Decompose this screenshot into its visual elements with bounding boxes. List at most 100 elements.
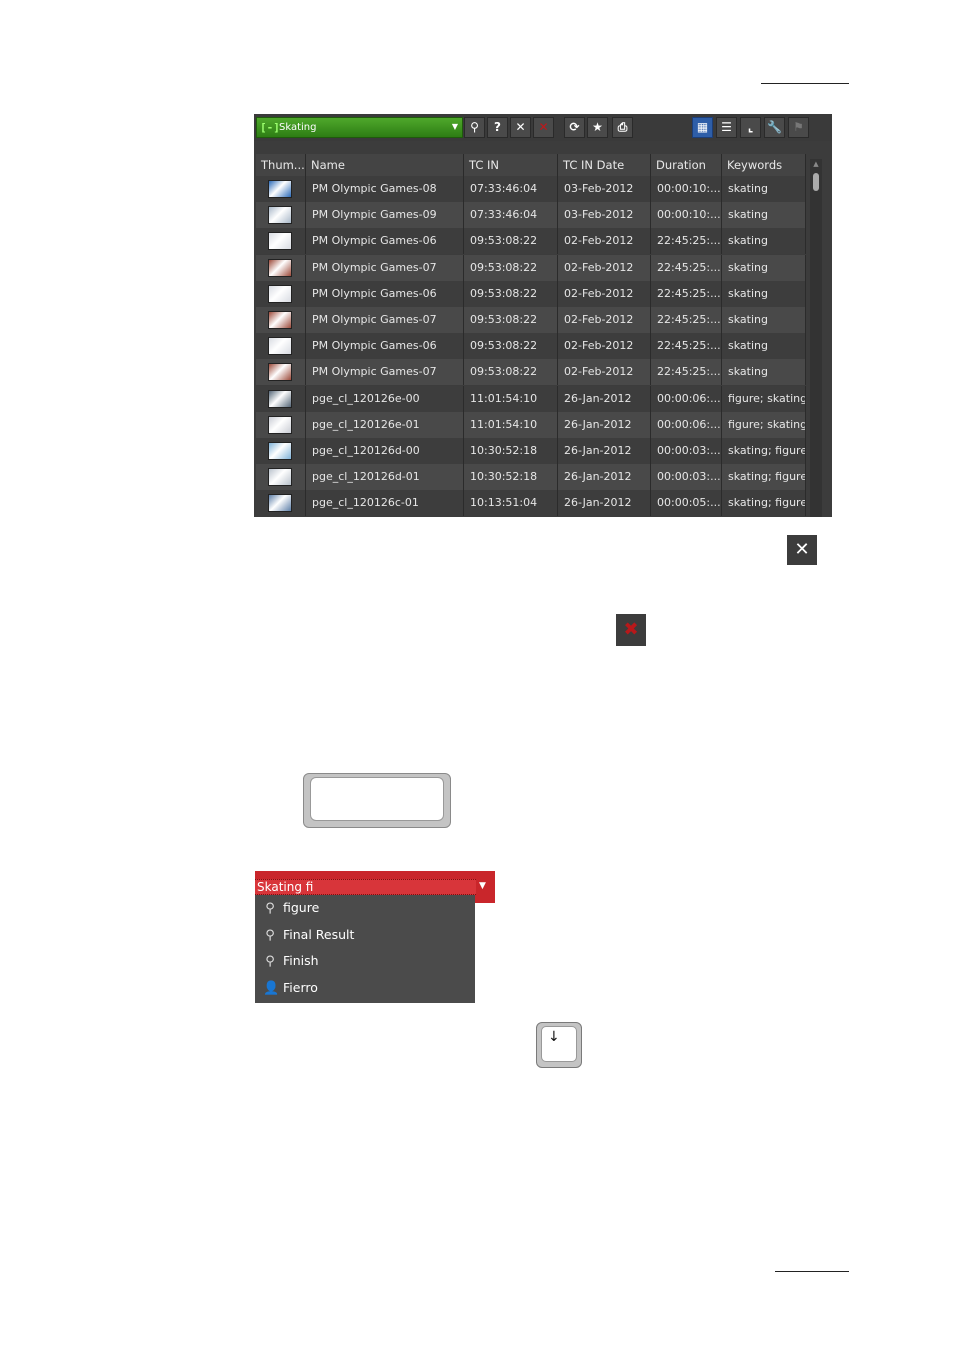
clip-thumbnail[interactable] — [268, 206, 292, 225]
chevron-down-icon[interactable]: ▼ — [479, 881, 486, 891]
cell-tcin: 10:13:51:04 — [464, 490, 558, 517]
thumbnail-cell[interactable] — [256, 280, 306, 307]
clip-thumbnail[interactable] — [268, 337, 292, 356]
search-combo[interactable]: [-] Skating ▼ — [256, 117, 463, 138]
column-header[interactable]: Keywords — [722, 154, 806, 176]
cell-dur: 00:00:05:... — [651, 490, 722, 517]
cell-kw: skating — [722, 333, 806, 360]
help-icon[interactable]: ? — [487, 117, 508, 138]
scroll-up-icon[interactable]: ▲ — [810, 159, 822, 169]
table-header: Thum... Name TC IN TC IN Date Duration Keywor… — [256, 154, 806, 176]
table-row[interactable]: pge_cl_120126d-01 10:30:52:18 26-Jan-2012 0… — [256, 464, 806, 491]
clip-thumbnail[interactable] — [268, 494, 292, 513]
list-view-icon[interactable]: ☰ — [716, 117, 737, 138]
star-icon[interactable]: ★ — [587, 117, 608, 138]
cell-tcin: 09:53:08:22 — [464, 228, 558, 255]
cell-date: 26-Jan-2012 — [558, 385, 651, 412]
thumbnail-cell[interactable] — [256, 411, 306, 438]
cell-kw: skating — [722, 280, 806, 307]
column-header[interactable]: Thum... — [256, 154, 306, 176]
autocomplete-value[interactable]: Skating fi — [257, 879, 313, 895]
column-header[interactable]: Duration — [651, 154, 722, 176]
refresh-icon[interactable]: ⟳ — [564, 117, 585, 138]
clip-thumbnail[interactable] — [268, 468, 292, 487]
clip-thumbnail[interactable] — [268, 415, 292, 434]
table-row[interactable]: PM Olympic Games-07 09:53:08:22 02-Feb-201… — [256, 254, 806, 281]
cell-date: 26-Jan-2012 — [558, 464, 651, 491]
table-row[interactable]: PM Olympic Games-08 07:33:46:04 03-Feb-201… — [256, 176, 806, 202]
footer-rule — [775, 1271, 849, 1272]
cell-dur: 00:00:10:... — [651, 176, 722, 202]
table-row[interactable]: PM Olympic Games-09 07:33:46:04 03-Feb-201… — [256, 202, 806, 229]
clip-thumbnail[interactable] — [268, 180, 292, 198]
clip-thumbnail[interactable] — [268, 389, 292, 408]
column-header[interactable]: TC IN Date — [558, 154, 651, 176]
cell-dur: 22:45:25:... — [651, 228, 722, 255]
cell-tcin: 09:53:08:22 — [464, 333, 558, 360]
thumbnail-cell[interactable] — [256, 333, 306, 360]
cell-date: 02-Feb-2012 — [558, 333, 651, 360]
thumbnail-cell[interactable] — [256, 385, 306, 412]
cell-kw: skating — [722, 176, 806, 202]
table-row[interactable]: pge_cl_120126d-00 10:30:52:18 26-Jan-2012 0… — [256, 438, 806, 464]
disabled-tool-icon[interactable]: ⚑ — [788, 117, 809, 138]
clip-thumbnail[interactable] — [268, 363, 292, 382]
thumbnail-cell[interactable] — [256, 202, 306, 229]
header-rule — [761, 83, 849, 84]
table-row[interactable]: pge_cl_120126e-01 11:01:54:10 26-Jan-2012 0… — [256, 411, 806, 438]
thumbnail-cell[interactable] — [256, 307, 306, 333]
thumbnail-cell[interactable] — [256, 490, 306, 517]
autocomplete-item[interactable]: ⚲ Finish — [255, 948, 475, 974]
wrench-icon[interactable]: 🔧 — [764, 117, 785, 138]
autocomplete-item[interactable]: ⚲ figure — [255, 895, 475, 921]
thumbnail-cell[interactable] — [256, 438, 306, 464]
table-row[interactable]: PM Olympic Games-07 09:53:08:22 02-Feb-201… — [256, 359, 806, 386]
scroll-thumb[interactable] — [813, 173, 819, 191]
search-icon[interactable]: ⚲ — [464, 117, 485, 138]
thumbnail-cell[interactable] — [256, 359, 306, 386]
autocomplete-item-label: Finish — [283, 953, 319, 968]
cell-date: 26-Jan-2012 — [558, 490, 651, 517]
print-icon[interactable]: ⎙ — [612, 117, 633, 138]
clip-thumbnail[interactable] — [268, 258, 292, 277]
grid-view-icon[interactable]: ▦ — [692, 117, 713, 138]
cell-kw: skating — [722, 228, 806, 255]
thumbnail-cell[interactable] — [256, 176, 306, 202]
column-header[interactable]: TC IN — [464, 154, 558, 176]
thumbnail-cell[interactable] — [256, 464, 306, 491]
cell-dur: 22:45:25:... — [651, 254, 722, 281]
cell-kw: skating — [722, 307, 806, 333]
cell-dur: 22:45:25:... — [651, 333, 722, 360]
table-row[interactable]: PM Olympic Games-07 09:53:08:22 02-Feb-201… — [256, 307, 806, 333]
keyboard-key-wide — [303, 773, 451, 828]
search-field-value[interactable]: Skating — [279, 121, 316, 134]
table-row[interactable]: pge_cl_120126c-01 10:13:51:04 26-Jan-2012 0… — [256, 490, 806, 517]
chart-icon[interactable]: ⌞ — [740, 117, 761, 138]
clip-thumbnail[interactable] — [268, 232, 292, 251]
bin-icon: [-] — [260, 121, 280, 134]
clip-thumbnail[interactable] — [268, 442, 292, 460]
clip-thumbnail[interactable] — [268, 284, 292, 303]
table-row[interactable]: PM Olympic Games-06 09:53:08:22 02-Feb-201… — [256, 333, 806, 360]
table-row[interactable]: PM Olympic Games-06 09:53:08:22 02-Feb-201… — [256, 280, 806, 307]
table-row[interactable]: pge_cl_120126e-00 11:01:54:10 26-Jan-2012 0… — [256, 385, 806, 412]
table-row[interactable]: PM Olympic Games-06 09:53:08:22 02-Feb-201… — [256, 228, 806, 255]
cell-kw: skating; figure — [722, 464, 806, 491]
thumbnail-cell[interactable] — [256, 254, 306, 281]
keyword-icon: ⚲ — [265, 954, 275, 969]
cell-dur: 00:00:06:... — [651, 411, 722, 438]
vertical-scrollbar[interactable]: ▲ — [810, 159, 822, 517]
column-header[interactable]: Name — [306, 154, 464, 176]
cell-name: pge_cl_120126e-01 — [306, 411, 464, 438]
cell-kw: skating; figure — [722, 490, 806, 517]
autocomplete-item[interactable]: 👤 Fierro — [255, 975, 475, 1001]
cell-tcin: 07:33:46:04 — [464, 202, 558, 229]
thumbnail-cell[interactable] — [256, 228, 306, 255]
clear-icon[interactable]: ✕ — [510, 117, 531, 138]
cell-tcin: 09:53:08:22 — [464, 280, 558, 307]
delete-red-icon[interactable]: ✕ — [533, 117, 554, 138]
clip-thumbnail[interactable] — [268, 311, 292, 329]
chevron-down-icon[interactable]: ▼ — [452, 122, 458, 131]
cell-tcin: 11:01:54:10 — [464, 385, 558, 412]
autocomplete-item[interactable]: ⚲ Final Result — [255, 922, 475, 948]
